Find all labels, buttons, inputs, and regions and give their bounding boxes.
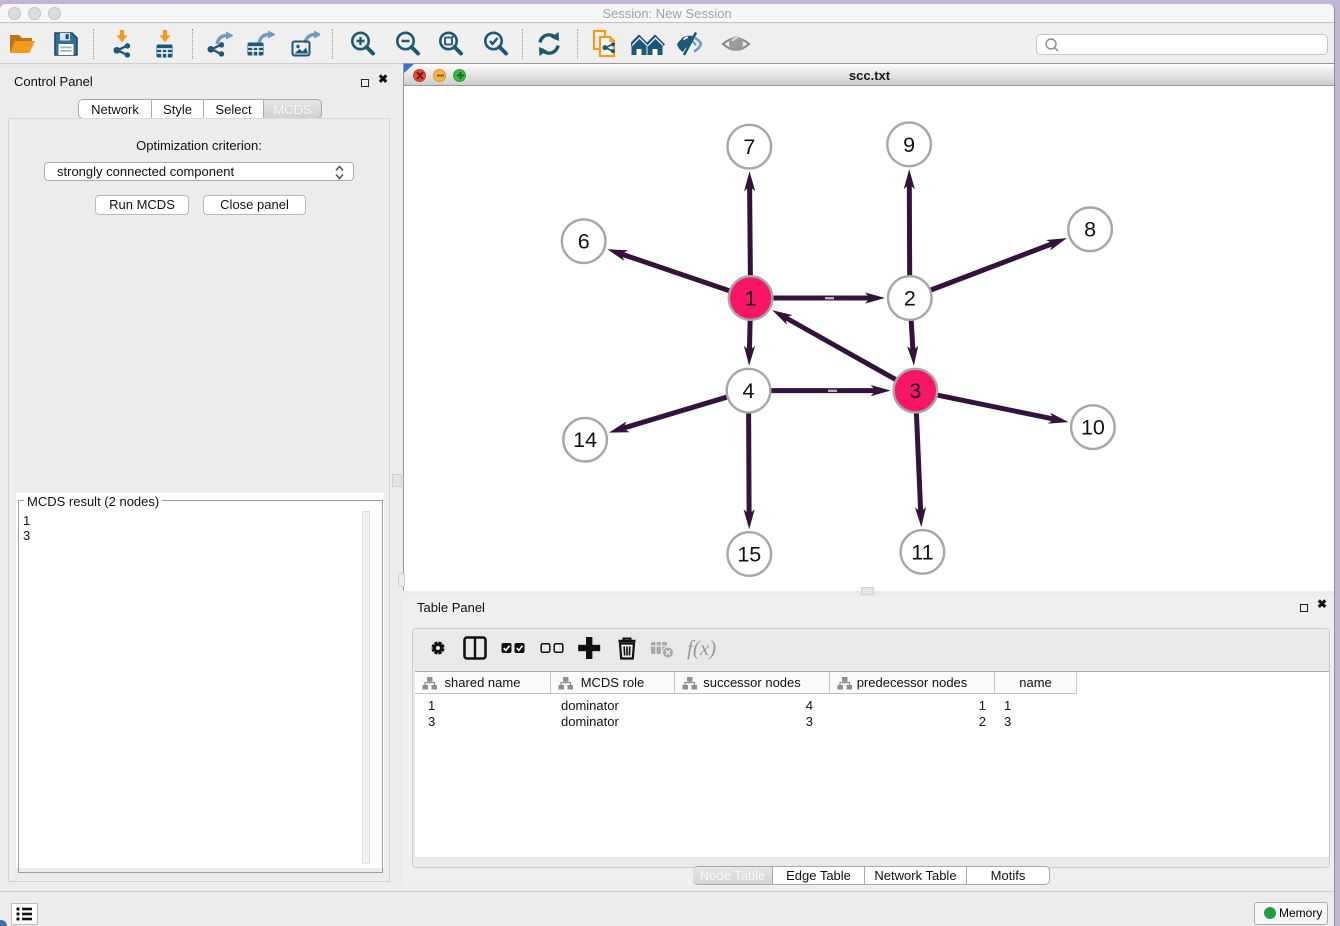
- svg-text:4: 4: [743, 379, 755, 403]
- svg-text:14: 14: [573, 428, 597, 452]
- svg-text:10: 10: [1081, 416, 1105, 440]
- svg-text:f(x): f(x): [687, 636, 716, 660]
- svg-text:2: 2: [904, 286, 916, 310]
- svg-text:9: 9: [903, 133, 915, 157]
- svg-text:1: 1: [745, 286, 757, 310]
- svg-text:15: 15: [737, 542, 761, 566]
- svg-text:8: 8: [1084, 218, 1096, 242]
- svg-text:11: 11: [911, 540, 933, 564]
- svg-text:7: 7: [743, 135, 755, 159]
- svg-text:6: 6: [578, 230, 590, 254]
- svg-text:3: 3: [909, 379, 921, 403]
